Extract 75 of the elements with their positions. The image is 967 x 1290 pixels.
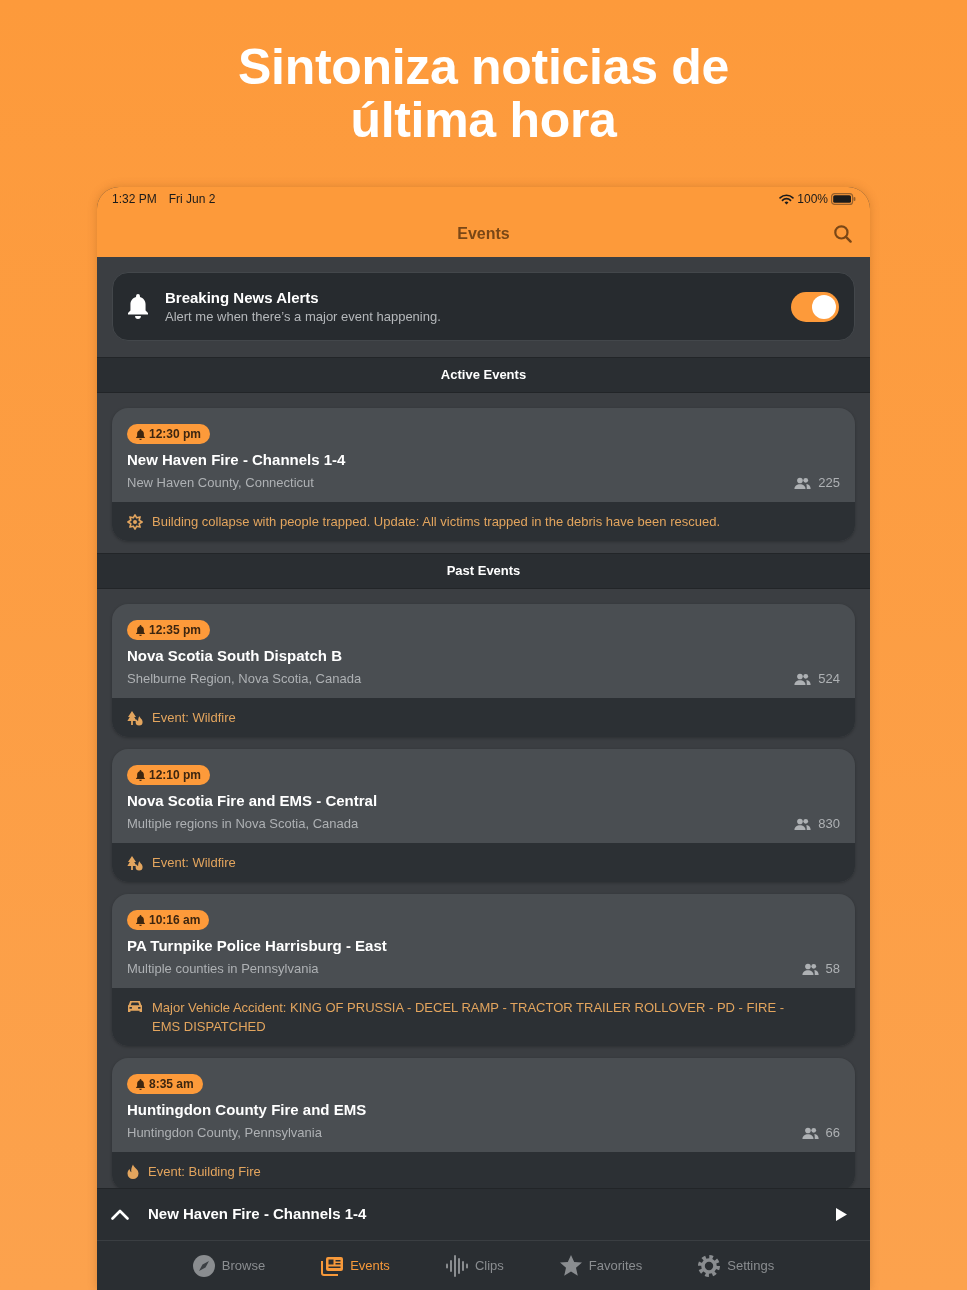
tab-item[interactable]: Favorites xyxy=(559,1255,643,1276)
wifi-icon xyxy=(779,193,795,205)
event-title: Huntingdon County Fire and EMS xyxy=(127,1100,368,1120)
event-location: Multiple counties in Pennsylvania xyxy=(127,960,319,978)
waveform-icon xyxy=(445,1254,468,1277)
event-location: Shelburne Region, Nova Scotia, Canada xyxy=(127,670,362,688)
event-title: Nova Scotia South Dispatch B xyxy=(127,646,344,666)
event-card[interactable]: 12:10 pm Nova Scotia Fire and EMS - Central Multiple regions in Nova Scotia, Canada 830 Event: Wildfire xyxy=(112,749,855,882)
badge-time: 8:35 am xyxy=(149,1076,194,1093)
event-title: Nova Scotia Fire and EMS - Central xyxy=(127,791,379,811)
play-icon xyxy=(836,1208,847,1221)
nav-title: Events xyxy=(457,224,510,244)
alerts-subtitle: Alert me when there’s a major event happening. xyxy=(165,307,442,326)
compass-icon xyxy=(192,1254,215,1277)
event-description: Event: Building Fire xyxy=(148,1163,261,1181)
badge-time: 10:16 am xyxy=(149,912,201,929)
bell-icon xyxy=(136,428,145,440)
event-location: New Haven County, Connecticut xyxy=(127,474,314,492)
bell-icon xyxy=(128,294,148,319)
event-description: Building collapse with people trapped. Update: All victims trapped in the debris have been rescued. xyxy=(152,513,720,531)
battery-percent: 100% xyxy=(797,191,828,208)
chevron-up-icon xyxy=(111,1209,129,1220)
headline: Sintoniza noticias de última hora xyxy=(237,41,730,147)
search-icon xyxy=(834,225,852,243)
badge-time: 12:30 pm xyxy=(149,426,202,443)
event-location: Multiple regions in Nova Scotia, Canada xyxy=(127,815,359,833)
search-button[interactable] xyxy=(834,225,852,243)
listener-count: 830 xyxy=(818,815,840,833)
star-icon xyxy=(559,1255,582,1276)
tree-flame-icon xyxy=(127,855,143,871)
people-icon xyxy=(794,673,812,685)
status-time: 1:32 PM xyxy=(112,191,157,208)
newspaper-icon xyxy=(321,1255,344,1276)
alerts-toggle[interactable] xyxy=(791,291,839,322)
battery-icon xyxy=(831,193,856,205)
alerts-title: Breaking News Alerts xyxy=(165,287,320,308)
badge-time: 12:10 pm xyxy=(149,767,202,784)
status-date: Fri Jun 2 xyxy=(168,191,216,208)
people-icon xyxy=(794,477,812,489)
section-header: Past Events xyxy=(97,553,870,589)
listener-count: 524 xyxy=(818,670,840,688)
event-description: Event: Wildfire xyxy=(152,854,236,872)
bell-icon xyxy=(136,914,145,926)
listener-count: 58 xyxy=(825,960,840,978)
tab-item[interactable]: Browse xyxy=(192,1254,266,1277)
burst-icon xyxy=(127,514,143,530)
event-card[interactable]: 10:16 am PA Turnpike Police Harrisburg - East Multiple counties in Pennsylvania 58 Major Vehicle Accident: KING OF PRUSSIA - DECEL RAMP - TRACTOR TRAILER ROLLOVER - PD - FIRE - EMS DISPATCHED xyxy=(112,894,855,1046)
event-card[interactable]: 12:30 pm New Haven Fire - Channels 1-4 New Haven County, Connecticut 225 Building collapse with people trapped. Update: All victims trapped in the debris have been rescued. xyxy=(112,408,855,541)
people-icon xyxy=(801,1127,819,1139)
event-card[interactable]: 12:35 pm Nova Scotia South Dispatch B Shelburne Region, Nova Scotia, Canada 524 Event: Wildfire xyxy=(112,604,855,737)
settings-icon xyxy=(698,1254,721,1277)
section-header: Active Events xyxy=(97,357,870,393)
bell-icon xyxy=(136,624,145,636)
play-button[interactable] xyxy=(836,1208,847,1221)
tree-flame-icon xyxy=(127,710,143,726)
event-description: Major Vehicle Accident: KING OF PRUSSIA - DECEL RAMP - TRACTOR TRAILER ROLLOVER - PD - FIRE - EMS DISPATCHED xyxy=(152,999,786,1036)
badge-time: 12:35 pm xyxy=(149,622,202,639)
listener-count: 225 xyxy=(818,474,840,492)
bell-icon xyxy=(136,1078,145,1090)
people-icon xyxy=(801,963,819,975)
expand-button[interactable] xyxy=(111,1209,129,1220)
player-title: New Haven Fire - Channels 1-4 xyxy=(148,1204,368,1225)
event-description: Event: Wildfire xyxy=(152,709,236,727)
people-icon xyxy=(794,818,812,830)
event-title: PA Turnpike Police Harrisburg - East xyxy=(127,936,388,956)
listener-count: 66 xyxy=(825,1124,840,1142)
car-icon xyxy=(127,1000,143,1013)
tab-item[interactable]: Settings xyxy=(698,1254,775,1277)
tab-item[interactable]: Events xyxy=(321,1255,390,1276)
tab-item[interactable]: Clips xyxy=(445,1254,504,1277)
event-card[interactable]: 8:35 am Huntingdon County Fire and EMS Huntingdon County, Pennsylvania 66 Event: Building Fire xyxy=(112,1058,855,1188)
event-title: New Haven Fire - Channels 1-4 xyxy=(127,450,347,470)
event-location: Huntingdon County, Pennsylvania xyxy=(127,1124,322,1142)
bell-icon xyxy=(136,769,145,781)
flame-icon xyxy=(127,1164,139,1179)
